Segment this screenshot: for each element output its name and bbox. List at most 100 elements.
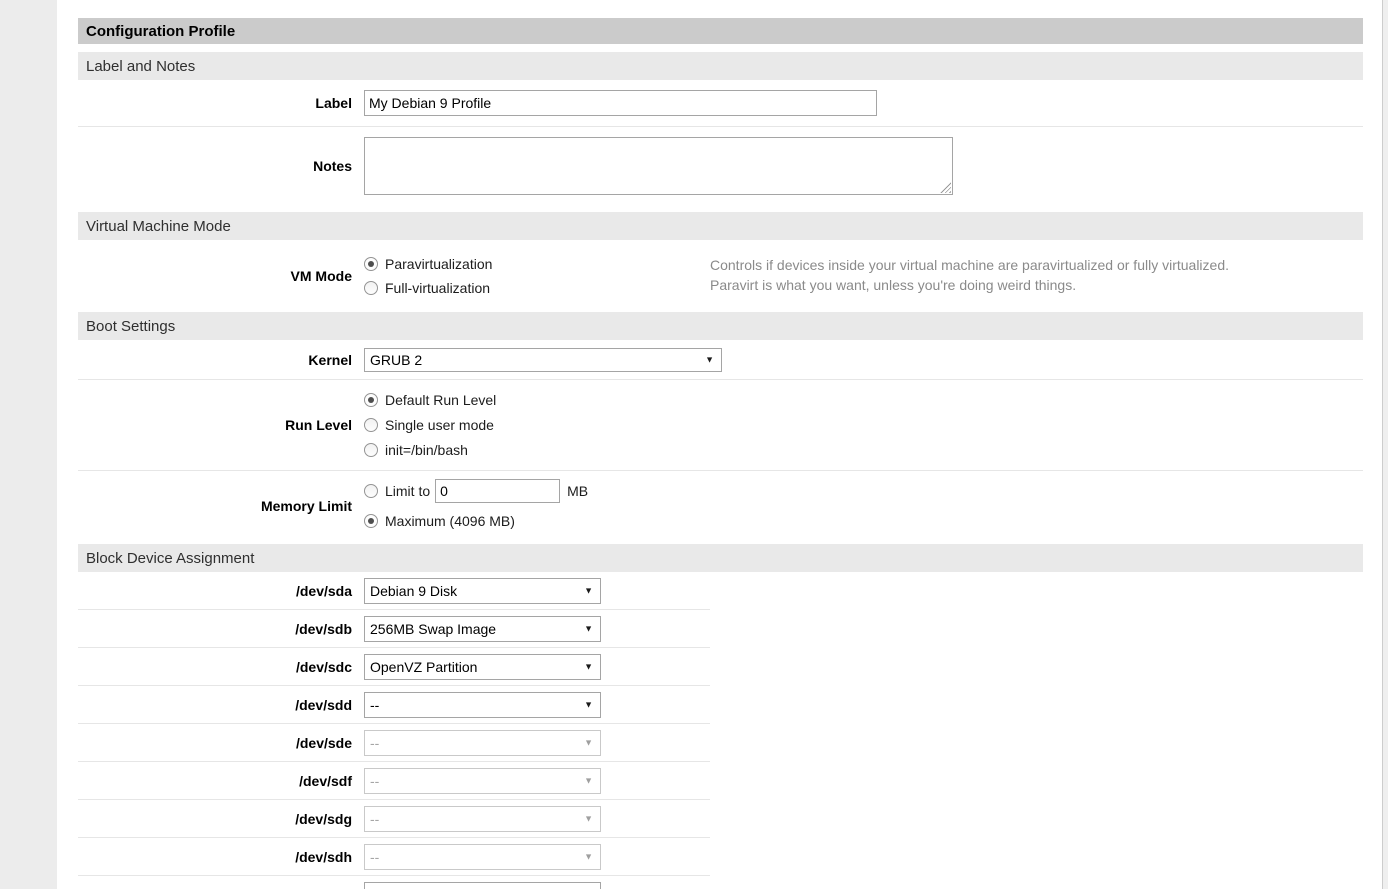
kernel-select-value: GRUB 2 — [370, 352, 422, 368]
label-input[interactable] — [364, 90, 877, 116]
dropdown-arrow-icon: ▼ — [584, 776, 593, 785]
option-label: Default Run Level — [385, 392, 496, 408]
device-select-sdf: -- ▼ — [364, 768, 601, 794]
dropdown-arrow-icon: ▼ — [584, 700, 593, 709]
device-row-sde: /dev/sde -- ▼ — [78, 724, 710, 762]
device-select-sdc[interactable]: OpenVZ Partition ▼ — [364, 654, 601, 680]
vm-mode-options: Paravirtualization Full-virtualization — [364, 252, 492, 300]
kernel-label: Kernel — [78, 352, 364, 368]
device-label: /dev/sda — [78, 583, 364, 599]
device-row-sda: /dev/sda Debian 9 Disk ▼ — [78, 572, 710, 610]
device-select-sdd[interactable]: -- ▼ — [364, 692, 601, 718]
run-level-row: Run Level Default Run Level Single user … — [78, 380, 1363, 471]
option-label: Maximum (4096 MB) — [385, 513, 515, 529]
option-default-run-level: Default Run Level — [364, 388, 496, 413]
selected-value: Debian 9 Disk — [370, 583, 457, 599]
help-line: Paravirt is what you want, unless you're… — [710, 275, 1360, 295]
vm-mode-label: VM Mode — [78, 268, 364, 284]
page-title-bar: Configuration Profile — [78, 18, 1363, 44]
notes-row: Notes — [78, 127, 1363, 205]
device-row-initrd: initrd -- No initrd -- ▼ — [78, 876, 710, 889]
device-row-sdc: /dev/sdc OpenVZ Partition ▼ — [78, 648, 710, 686]
label-row: Label — [78, 80, 1363, 127]
device-select-sdb[interactable]: 256MB Swap Image ▼ — [364, 616, 601, 642]
option-single-user-mode: Single user mode — [364, 413, 496, 438]
kernel-row: Kernel GRUB 2 ▼ — [78, 340, 1363, 380]
selected-value: -- — [370, 811, 379, 827]
option-paravirtualization: Paravirtualization — [364, 252, 492, 276]
dropdown-arrow-icon: ▼ — [584, 662, 593, 671]
notes-textarea[interactable] — [364, 137, 953, 195]
section-header-boot-settings: Boot Settings — [78, 312, 1363, 340]
dropdown-arrow-icon: ▼ — [584, 624, 593, 633]
section-heading: Label and Notes — [86, 58, 195, 75]
selected-value: OpenVZ Partition — [370, 659, 477, 675]
option-label: init=/bin/bash — [385, 442, 468, 458]
device-row-sdh: /dev/sdh -- ▼ — [78, 838, 710, 876]
device-label: /dev/sdb — [78, 621, 364, 637]
memory-limit-input[interactable] — [435, 479, 560, 503]
device-label: /dev/sdc — [78, 659, 364, 675]
section-heading: Block Device Assignment — [86, 550, 254, 567]
option-limit-to: Limit to MB — [364, 476, 588, 506]
config-profile-form: Configuration Profile Label and Notes La… — [78, 18, 1363, 889]
vm-mode-help-text: Controls if devices inside your virtual … — [710, 255, 1360, 296]
section-heading: Virtual Machine Mode — [86, 218, 231, 235]
selected-value: 256MB Swap Image — [370, 621, 496, 637]
memory-limit-label: Memory Limit — [78, 498, 364, 514]
limit-to-text: Limit to — [385, 483, 430, 499]
kernel-select[interactable]: GRUB 2 ▼ — [364, 348, 722, 372]
scrollbar-track[interactable] — [1382, 0, 1388, 889]
dropdown-arrow-icon: ▼ — [584, 814, 593, 823]
dropdown-arrow-icon: ▼ — [584, 852, 593, 861]
section-heading: Boot Settings — [86, 318, 175, 335]
radio-single-user-mode[interactable] — [364, 418, 378, 432]
device-select-sde: -- ▼ — [364, 730, 601, 756]
radio-init-bin-bash[interactable] — [364, 443, 378, 457]
radio-default-run-level[interactable] — [364, 393, 378, 407]
vm-mode-row: VM Mode Paravirtualization Full-virtuali… — [78, 240, 1363, 312]
notes-field-label: Notes — [78, 158, 364, 174]
option-full-virtualization: Full-virtualization — [364, 276, 492, 300]
device-row-sdb: /dev/sdb 256MB Swap Image ▼ — [78, 610, 710, 648]
device-label: /dev/sdh — [78, 849, 364, 865]
radio-limit-to[interactable] — [364, 484, 378, 498]
option-init-bin-bash: init=/bin/bash — [364, 438, 496, 463]
device-select-sdh: -- ▼ — [364, 844, 601, 870]
section-header-vm-mode: Virtual Machine Mode — [78, 212, 1363, 240]
option-label: Paravirtualization — [385, 256, 492, 272]
memory-limit-options: Limit to MB Maximum (4096 MB) — [364, 476, 588, 536]
device-row-sdg: /dev/sdg -- ▼ — [78, 800, 710, 838]
selected-value: -- — [370, 697, 379, 713]
option-label: Single user mode — [385, 417, 494, 433]
device-select-sdg: -- ▼ — [364, 806, 601, 832]
option-maximum-memory: Maximum (4096 MB) — [364, 506, 588, 536]
device-select-sda[interactable]: Debian 9 Disk ▼ — [364, 578, 601, 604]
device-label: /dev/sdf — [78, 773, 364, 789]
page: Configuration Profile Label and Notes La… — [0, 0, 1388, 889]
section-header-block-devices: Block Device Assignment — [78, 544, 1363, 572]
device-label: /dev/sdg — [78, 811, 364, 827]
label-field-label: Label — [78, 95, 364, 111]
left-gutter — [0, 0, 57, 889]
device-label: /dev/sde — [78, 735, 364, 751]
radio-full-virtualization[interactable] — [364, 281, 378, 295]
selected-value: -- — [370, 849, 379, 865]
device-select-initrd[interactable]: -- No initrd -- ▼ — [364, 882, 601, 889]
radio-maximum-memory[interactable] — [364, 514, 378, 528]
memory-limit-row: Memory Limit Limit to MB Maximum (4096 M… — [78, 471, 1363, 540]
mb-unit-text: MB — [567, 483, 588, 499]
device-row-sdd: /dev/sdd -- ▼ — [78, 686, 710, 724]
device-row-sdf: /dev/sdf -- ▼ — [78, 762, 710, 800]
option-label: Full-virtualization — [385, 280, 490, 296]
run-level-options: Default Run Level Single user mode init=… — [364, 388, 496, 463]
device-label: /dev/sdd — [78, 697, 364, 713]
page-title: Configuration Profile — [86, 23, 235, 40]
notes-textarea-wrap — [364, 137, 953, 195]
selected-value: -- — [370, 735, 379, 751]
help-line: Controls if devices inside your virtual … — [710, 255, 1360, 275]
radio-paravirtualization[interactable] — [364, 257, 378, 271]
dropdown-arrow-icon: ▼ — [584, 586, 593, 595]
selected-value: -- — [370, 773, 379, 789]
run-level-label: Run Level — [78, 417, 364, 433]
